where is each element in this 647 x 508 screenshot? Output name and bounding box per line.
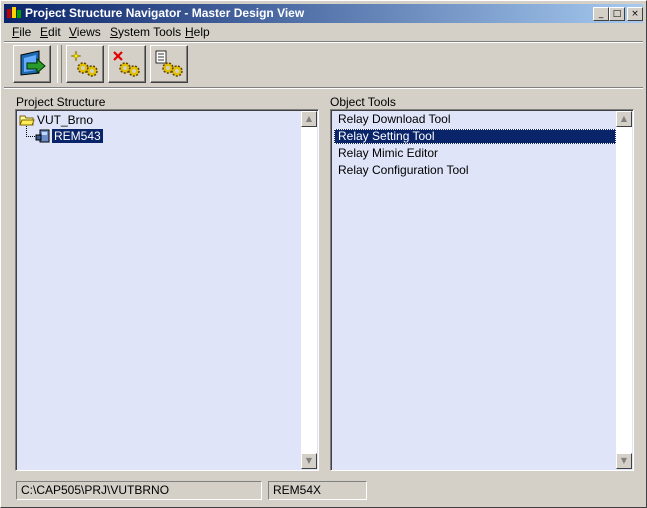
object-properties-gears-icon: [155, 50, 183, 77]
object-properties-button[interactable]: [150, 45, 188, 83]
relay-device-icon: [35, 129, 50, 143]
object-tools-scrollbar[interactable]: ▲ ▼: [616, 111, 632, 469]
folder-open-icon: [19, 115, 35, 126]
arrow-up-icon: ▲: [305, 114, 313, 123]
status-path: C:\CAP505\PRJ\VUTBRNO: [16, 481, 262, 500]
tree-connector-line: [26, 126, 35, 137]
scroll-down-button[interactable]: ▼: [301, 453, 317, 469]
new-object-gears-icon: [70, 50, 98, 77]
menu-separator: [4, 41, 643, 43]
menu-file[interactable]: File: [12, 25, 31, 39]
exit-button[interactable]: [13, 45, 51, 83]
maximize-icon: □: [612, 9, 622, 19]
menu-bar: File Edit Views System Tools Help: [4, 23, 643, 41]
menu-edit[interactable]: Edit: [40, 25, 61, 39]
tree-node-root-label: VUT_Brno: [37, 113, 94, 127]
maximize-button[interactable]: □: [609, 7, 625, 21]
object-tool-item-selected[interactable]: Relay Setting Tool: [334, 129, 616, 144]
exit-door-icon: [20, 50, 46, 76]
menu-views[interactable]: Views: [69, 25, 101, 39]
scroll-up-button[interactable]: ▲: [616, 111, 632, 127]
object-tool-item[interactable]: Relay Download Tool: [334, 112, 616, 127]
delete-object-button[interactable]: [108, 45, 146, 83]
main-window: Project Structure Navigator - Master Des…: [0, 0, 647, 508]
close-button[interactable]: ×: [627, 7, 643, 21]
object-tool-item[interactable]: Relay Mimic Editor: [334, 146, 616, 161]
new-object-button[interactable]: [66, 45, 104, 83]
menu-system-tools[interactable]: System Tools: [110, 25, 181, 39]
status-device: REM54X: [268, 481, 367, 500]
project-structure-label: Project Structure: [16, 95, 106, 109]
toolbar-separator: [57, 45, 62, 83]
minimize-icon: _: [598, 9, 604, 19]
object-tool-item[interactable]: Relay Configuration Tool: [334, 163, 616, 178]
arrow-down-icon: ▼: [620, 456, 628, 465]
project-structure-scrollbar[interactable]: ▲ ▼: [301, 111, 317, 469]
scroll-up-button[interactable]: ▲: [301, 111, 317, 127]
project-structure-tree[interactable]: VUT_Brno REM543 ▲ ▼: [15, 109, 319, 471]
close-icon: ×: [631, 9, 639, 19]
object-tools-list[interactable]: Relay Download Tool Relay Setting Tool R…: [330, 109, 634, 471]
object-tools-label: Object Tools: [330, 95, 396, 109]
menu-help[interactable]: Help: [185, 25, 210, 39]
arrow-up-icon: ▲: [620, 114, 628, 123]
scroll-down-button[interactable]: ▼: [616, 453, 632, 469]
delete-object-gears-icon: [113, 51, 140, 77]
arrow-down-icon: ▼: [305, 456, 313, 465]
app-icon: [7, 7, 21, 18]
tree-node-child-label: REM543: [52, 129, 103, 143]
minimize-button[interactable]: _: [593, 7, 609, 21]
toolbar-bottom-separator: [4, 87, 643, 89]
title-bar[interactable]: Project Structure Navigator - Master Des…: [4, 4, 643, 23]
window-title: Project Structure Navigator - Master Des…: [25, 6, 305, 20]
